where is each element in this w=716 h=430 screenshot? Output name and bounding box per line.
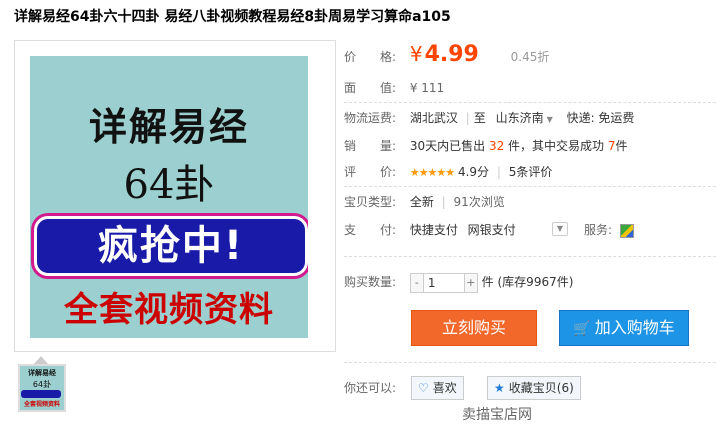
review-count-link[interactable]: 5条评价 [509,165,553,179]
product-image-banner: 疯抢中! [34,216,308,276]
main-image-frame[interactable]: 详解易经 64卦 疯抢中! 全套视频资料 [14,40,336,352]
thumbnail-pointer [34,356,48,364]
payment-method-bank: 网银支付 [467,223,516,237]
ship-to-selector[interactable]: 山东济南 ▼ [496,111,553,125]
thumbnail-line1: 详解易经 [28,369,56,377]
divider [344,362,716,363]
rating-row: 评 价: ★★★★★ 4.9分 | 5条评价 [344,162,552,182]
price-value: 4.99 [424,42,479,67]
rating-label: 评 价: [344,165,397,179]
add-to-cart-label: 加入购物车 [594,318,675,337]
face-value-row: 面 值: ¥ 111 [344,78,444,98]
payment-more-button[interactable]: ▼ [552,222,568,236]
like-label: 喜欢 [432,381,457,395]
divider [344,102,716,103]
service-icon[interactable] [619,223,634,238]
product-image[interactable]: 详解易经 64卦 疯抢中! 全套视频资料 [30,56,308,338]
service-label: 服务: [584,223,613,237]
price-symbol: ¥ [409,42,423,66]
also-label: 你还可以: [344,381,397,395]
sold-count: 32 [488,139,505,153]
item-type-row: 宝贝类型: 全新 | 91次浏览 [344,192,505,212]
quantity-stepper: -1 + [409,272,478,293]
item-type-label: 宝贝类型: [344,195,397,209]
chevron-down-icon: ▼ [546,115,553,124]
product-image-line2: 64卦 [123,162,215,208]
ship-to: 山东济南 [495,111,544,125]
quantity-unit: 件 [481,275,494,289]
discount-label: 0.45折 [510,50,550,64]
shipping-row: 物流运费: 湖北武汉 | 至 山东济南 ▼ 快递: 免运费 [344,108,634,128]
sales-suffix: 件 [615,139,628,153]
shipping-fee: 快递: 免运费 [566,111,635,125]
heart-icon: ♡ [418,381,429,395]
like-button[interactable]: ♡ 喜欢 [411,376,464,400]
divider [344,186,716,187]
item-condition: 全新 [409,195,434,209]
view-count: 91次浏览 [453,195,505,209]
payment-method-quick: 快捷支付 [409,223,458,237]
price-row: 价 格: ¥4.99 0.45折 [344,40,549,68]
thumbnail-line2: 64卦 [32,380,52,389]
sales-mid: 件，其中交易成功 [508,139,605,153]
quantity-label: 购买数量: [344,275,397,289]
favorite-label: 收藏宝贝(6) [508,381,574,395]
thumbnail-image[interactable]: 详解易经 64卦 全套视频资料 [18,364,66,412]
price-label: 价 格: [344,50,397,64]
service-row: 服务: [584,220,634,240]
success-count: 7 [607,139,616,153]
divider [344,256,716,257]
face-value-label: 面 值: [344,81,397,95]
add-to-cart-button[interactable]: 🛒 加入购物车 [559,310,689,346]
thumbnail-banner [21,390,61,398]
ship-to-prefix: 至 [473,111,486,125]
buy-now-button[interactable]: 立刻购买 [411,310,537,346]
thumbnail-line4: 全套视频资料 [23,401,60,408]
star-icon: ★ [494,381,505,395]
payment-row: 支 付: 快捷支付 网银支付 [344,220,516,240]
sales-label: 销 量: [344,139,397,153]
payment-label: 支 付: [344,223,397,237]
partial-link-text[interactable]: 卖描宝店网 [462,404,532,424]
also-label-row: 你还可以: [344,378,406,398]
quantity-input[interactable]: 1 [423,272,464,293]
cart-icon: 🛒 [573,321,591,337]
quantity-increase-button[interactable]: + [463,272,478,293]
sales-row: 销 量: 30天内已售出 32 件，其中交易成功 7件 [344,136,628,156]
quantity-row: 购买数量: -1 + 件 (库存9967件) [344,272,574,293]
ship-from: 湖北武汉 [409,111,458,125]
rating-score: 4.9分 [457,165,490,179]
sales-prefix: 30天内已售出 [409,139,486,153]
product-image-line1: 详解易经 [88,105,249,149]
product-image-line4: 全套视频资料 [64,290,274,330]
stock-count: (库存9967件) [497,275,574,289]
quantity-decrease-button[interactable]: - [409,272,424,293]
face-value: ¥ 111 [409,81,445,95]
favorite-button[interactable]: ★ 收藏宝贝(6) [487,376,581,400]
product-title: 详解易经64卦六十四卦 易经八卦视频教程易经8卦周易学习算命a105 [14,9,451,25]
rating-stars-icon: ★★★★★ [409,166,455,179]
shipping-label: 物流运费: [344,111,397,125]
